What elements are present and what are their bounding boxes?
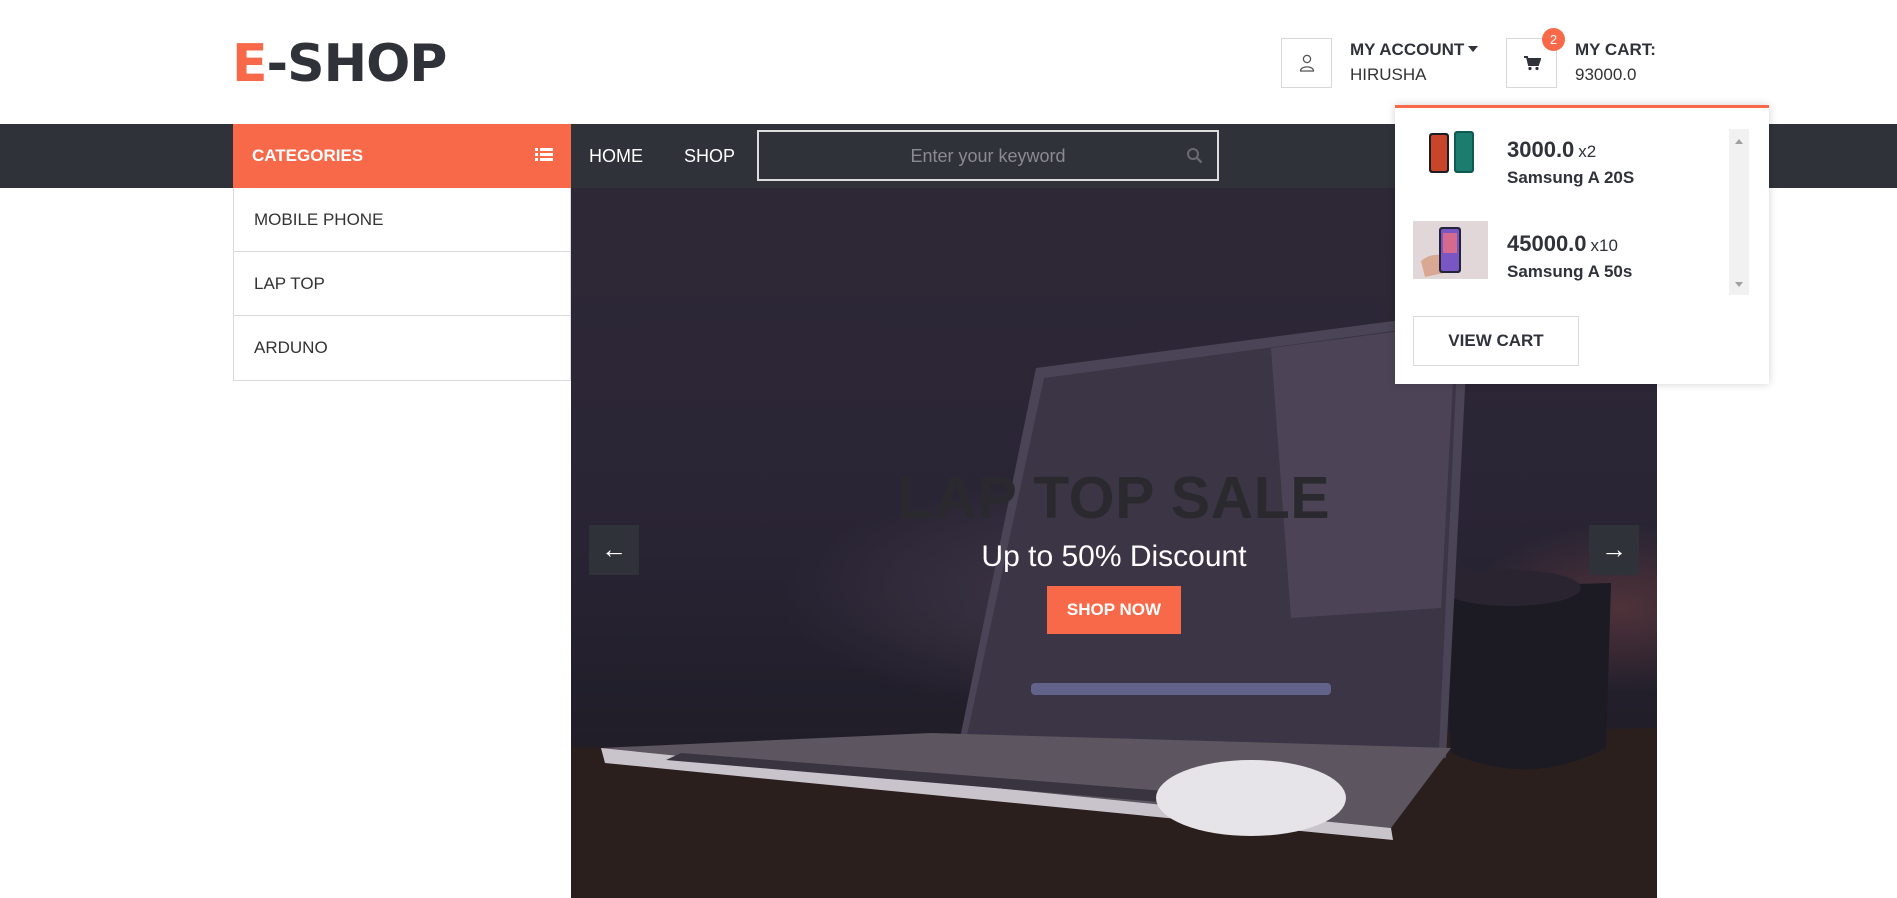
category-item-mobile-phone[interactable]: MOBILE PHONE [234, 188, 570, 252]
categories-label: CATEGORIES [252, 146, 364, 165]
hero-title: LAP TOP SALE [897, 465, 1331, 531]
cart-dropdown: 3000.0 x2 Samsung A 20S 45000.0 x10 Samsun… [1395, 105, 1769, 384]
cart-item-price: 45000.0 x10 [1507, 231, 1618, 256]
cart-list-scrollbar[interactable] [1729, 129, 1749, 295]
hero-subtitle: Up to 50% Discount [981, 540, 1247, 573]
scroll-down-icon[interactable] [1735, 282, 1743, 287]
logo-text: -SHOP [266, 34, 448, 94]
arrow-left-icon[interactable]: ← [589, 525, 639, 575]
cart-title[interactable]: MY CART: [1575, 40, 1656, 60]
categories-toggle[interactable]: CATEGORIES [233, 124, 571, 188]
view-cart-button[interactable]: VIEW CART [1413, 316, 1579, 366]
nav-home-link[interactable]: HOME [589, 146, 643, 167]
category-item-lap-top[interactable]: LAP TOP [234, 252, 570, 316]
scroll-up-icon[interactable] [1735, 139, 1743, 144]
search-placeholder: Enter your keyword [910, 146, 1066, 166]
logo-accent: E [232, 34, 268, 94]
list-icon [535, 148, 553, 161]
caret-down-icon [1468, 46, 1479, 52]
search-icon[interactable] [1186, 147, 1203, 164]
cart-item-qty: x2 [1578, 142, 1597, 161]
product-thumbnail [1413, 129, 1488, 185]
cart-item[interactable]: 45000.0 x10 Samsung A 50s [1413, 221, 1733, 281]
cart-count-badge: 2 [1542, 28, 1565, 51]
shop-now-button[interactable]: SHOP NOW [1047, 586, 1181, 634]
cart-item-name[interactable]: Samsung A 20S [1507, 168, 1634, 188]
product-thumbnail [1413, 221, 1488, 279]
cart-item[interactable]: 3000.0 x2 Samsung A 20S [1413, 129, 1733, 187]
user-icon [1299, 54, 1314, 72]
cart-items-list: 3000.0 x2 Samsung A 20S 45000.0 x10 Samsun… [1413, 129, 1743, 295]
cart-item-price: 3000.0 x2 [1507, 137, 1597, 162]
search-input[interactable]: Enter your keyword [757, 130, 1219, 181]
site-logo[interactable]: E-SHOP [232, 34, 448, 94]
account-menu-toggle[interactable]: MY ACCOUNT [1350, 40, 1479, 60]
nav-shop-link[interactable]: SHOP [684, 146, 735, 167]
account-button[interactable] [1281, 38, 1332, 88]
cart-item-name[interactable]: Samsung A 50s [1507, 262, 1632, 282]
cart-icon [1523, 56, 1541, 71]
account-username: HIRUSHA [1350, 65, 1427, 84]
cart-total: 93000.0 [1575, 65, 1637, 84]
arrow-right-icon[interactable]: → [1589, 525, 1639, 575]
category-item-arduno[interactable]: ARDUNO [234, 316, 570, 380]
category-list: MOBILE PHONE LAP TOP ARDUNO [233, 188, 571, 381]
account-title: MY ACCOUNT [1350, 40, 1465, 59]
cart-item-qty: x10 [1590, 236, 1618, 255]
